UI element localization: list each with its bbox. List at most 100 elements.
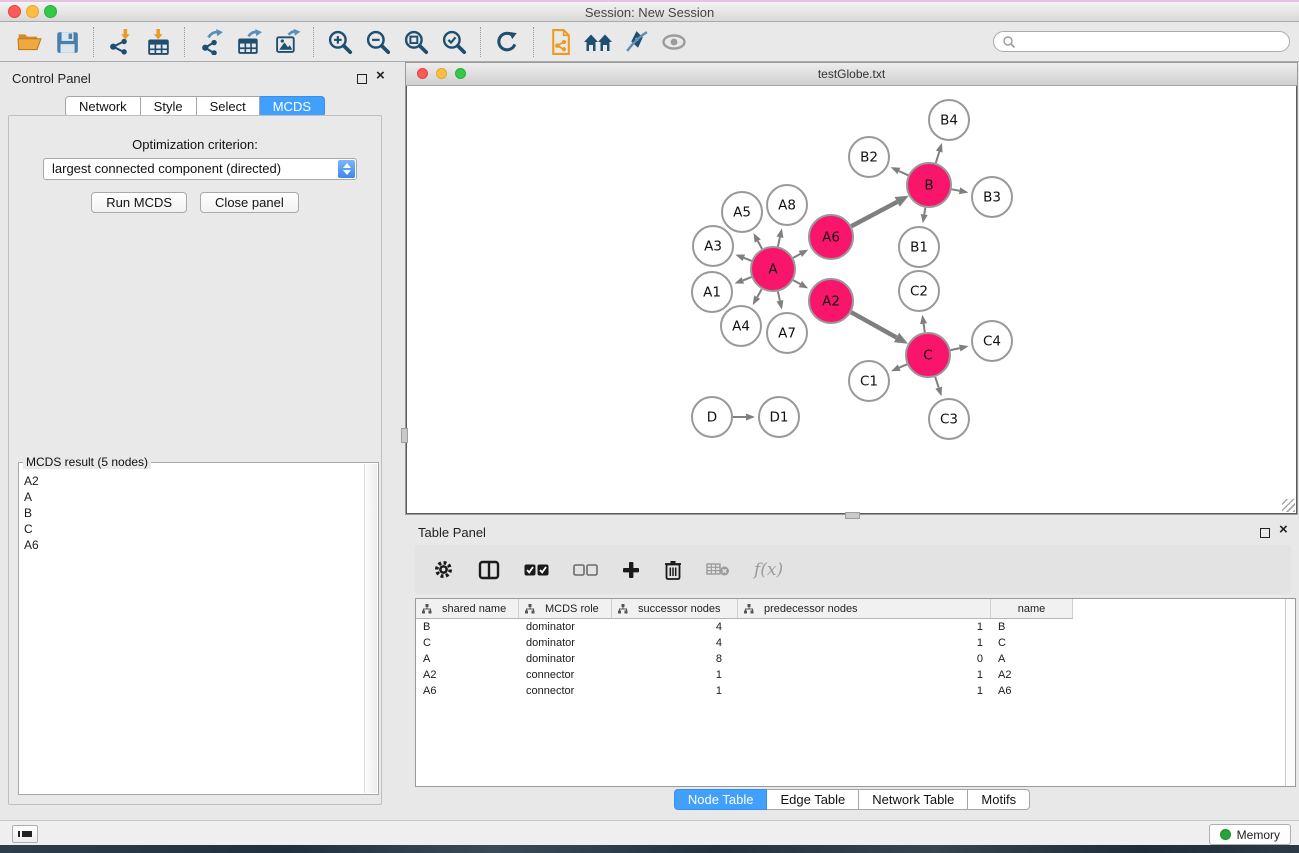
table-row[interactable]: A2connector11A2: [416, 667, 1295, 683]
export-network-button[interactable]: [192, 25, 230, 59]
delete-row-button[interactable]: [664, 560, 682, 580]
network-window-title: testGlobe.txt: [406, 67, 1297, 81]
export-table-button[interactable]: [230, 25, 268, 59]
tab-network-table[interactable]: Network Table: [859, 789, 968, 810]
function-builder-button[interactable]: f(x): [754, 560, 783, 580]
zoom-in-button[interactable]: [321, 25, 359, 59]
show-details-eye-button[interactable]: [655, 25, 693, 59]
table-row[interactable]: A6connector11A6: [416, 683, 1295, 699]
columns-icon: [478, 560, 500, 580]
edge-A-A6[interactable]: [793, 254, 800, 258]
table-row[interactable]: Adominator80A: [416, 651, 1295, 667]
app-titlebar: Session: New Session: [0, 2, 1299, 22]
resize-grip[interactable]: [1282, 499, 1295, 512]
export-image-button[interactable]: [268, 25, 306, 59]
edge-B-B4[interactable]: [936, 152, 940, 164]
edge-A-A4[interactable]: [757, 289, 762, 297]
mcds-result-item[interactable]: A6: [21, 537, 362, 553]
edge-A2-C[interactable]: [851, 312, 896, 337]
mcds-result-item[interactable]: C: [21, 521, 362, 537]
zoom-out-button[interactable]: [359, 25, 397, 59]
close-panel-button[interactable]: Close panel: [200, 192, 299, 213]
result-scrollbar[interactable]: [364, 464, 377, 793]
edge-B-B2[interactable]: [899, 171, 908, 175]
node-table: shared nameMCDS rolesuccessor nodesprede…: [415, 598, 1296, 787]
show-columns-button[interactable]: [478, 560, 500, 580]
table-cell: 1: [738, 667, 991, 683]
tab-node-table[interactable]: Node Table: [674, 789, 768, 810]
node-label-A2: A2: [822, 294, 840, 310]
select-all-button[interactable]: [524, 564, 549, 576]
mcds-result-item[interactable]: A2: [21, 473, 362, 489]
network-canvas[interactable]: B4B2BB3B1A5A8A6A3AA1C2A4A7A2C4CC1C3DD1: [406, 86, 1297, 514]
run-mcds-button[interactable]: Run MCDS: [91, 192, 187, 213]
float-panel-icon[interactable]: [357, 74, 367, 84]
new-network-from-selection-button[interactable]: [541, 25, 579, 59]
table-cell: A: [991, 651, 1073, 667]
task-history-button[interactable]: [12, 825, 38, 843]
memory-button[interactable]: Memory: [1209, 824, 1291, 845]
zoom-fit-button[interactable]: [397, 25, 435, 59]
optimization-criterion-label: Optimization criterion:: [9, 137, 381, 152]
deselect-all-button[interactable]: [573, 564, 598, 576]
edge-A6-B[interactable]: [851, 202, 897, 226]
column-header-mcds-role[interactable]: MCDS role: [519, 599, 612, 619]
edge-arrow: [746, 414, 755, 421]
control-panel-tabs: NetworkStyleSelectMCDS: [65, 96, 325, 117]
optimization-criterion-select[interactable]: largest connected component (directed): [43, 158, 357, 180]
edge-arrow: [735, 277, 745, 284]
save-session-icon: [54, 29, 80, 55]
tab-edge-table[interactable]: Edge Table: [767, 789, 859, 810]
edge-A-A2[interactable]: [793, 280, 800, 284]
search-input[interactable]: [1016, 35, 1281, 49]
edge-A-A3[interactable]: [744, 258, 752, 261]
tab-select[interactable]: Select: [197, 96, 260, 117]
edge-B-B3[interactable]: [952, 189, 960, 191]
table-scrollbar[interactable]: [1285, 599, 1295, 786]
zoom-selected-button[interactable]: [435, 25, 473, 59]
import-table-button[interactable]: [139, 25, 177, 59]
houses-button[interactable]: [579, 25, 617, 59]
mcds-result-item[interactable]: A: [21, 489, 362, 505]
search-box[interactable]: [993, 31, 1290, 52]
edge-C-C3[interactable]: [935, 377, 939, 388]
zoom-fit-icon: [402, 28, 430, 56]
table-cell: B: [416, 619, 519, 635]
tab-network[interactable]: Network: [65, 96, 141, 117]
tab-style[interactable]: Style: [141, 96, 197, 117]
edge-B-B1[interactable]: [924, 208, 925, 215]
edge-A-A1[interactable]: [743, 277, 752, 280]
delete-table-button[interactable]: [706, 562, 730, 577]
float-table-panel-icon[interactable]: [1260, 528, 1270, 538]
column-header-predecessor-nodes[interactable]: predecessor nodes: [738, 599, 991, 619]
mcds-result-item[interactable]: B: [21, 505, 362, 521]
export-image-icon: [274, 28, 301, 55]
edge-C-C2[interactable]: [924, 324, 925, 333]
network-window-titlebar[interactable]: testGlobe.txt: [406, 63, 1297, 86]
table-header-row: shared nameMCDS rolesuccessor nodesprede…: [416, 599, 1295, 619]
add-row-button[interactable]: [622, 561, 640, 579]
edge-C-C4[interactable]: [951, 348, 960, 350]
edge-A-A7[interactable]: [778, 292, 780, 301]
splitter-handle-left[interactable]: [401, 428, 408, 443]
import-network-icon: [107, 28, 134, 55]
close-table-panel-icon[interactable]: ×: [1279, 521, 1288, 539]
edge-C-C1[interactable]: [899, 364, 907, 367]
tab-mcds[interactable]: MCDS: [260, 96, 325, 117]
tab-motifs[interactable]: Motifs: [968, 789, 1030, 810]
edge-A-A5[interactable]: [758, 241, 762, 249]
save-session-button[interactable]: [48, 25, 86, 59]
table-row[interactable]: Cdominator41C: [416, 635, 1295, 651]
refresh-button[interactable]: [488, 25, 526, 59]
column-header-shared-name[interactable]: shared name: [416, 599, 519, 619]
table-row[interactable]: Bdominator41B: [416, 619, 1295, 635]
open-file-button[interactable]: [10, 25, 48, 59]
table-settings-button[interactable]: [433, 559, 454, 580]
column-header-name[interactable]: name: [991, 599, 1073, 619]
edge-A-A8[interactable]: [778, 237, 780, 246]
column-header-successor-nodes[interactable]: successor nodes: [612, 599, 738, 619]
close-panel-icon[interactable]: ×: [376, 67, 385, 85]
import-network-button[interactable]: [101, 25, 139, 59]
splitter-handle-bottom[interactable]: [845, 512, 860, 519]
hide-annotations-button[interactable]: [617, 25, 655, 59]
